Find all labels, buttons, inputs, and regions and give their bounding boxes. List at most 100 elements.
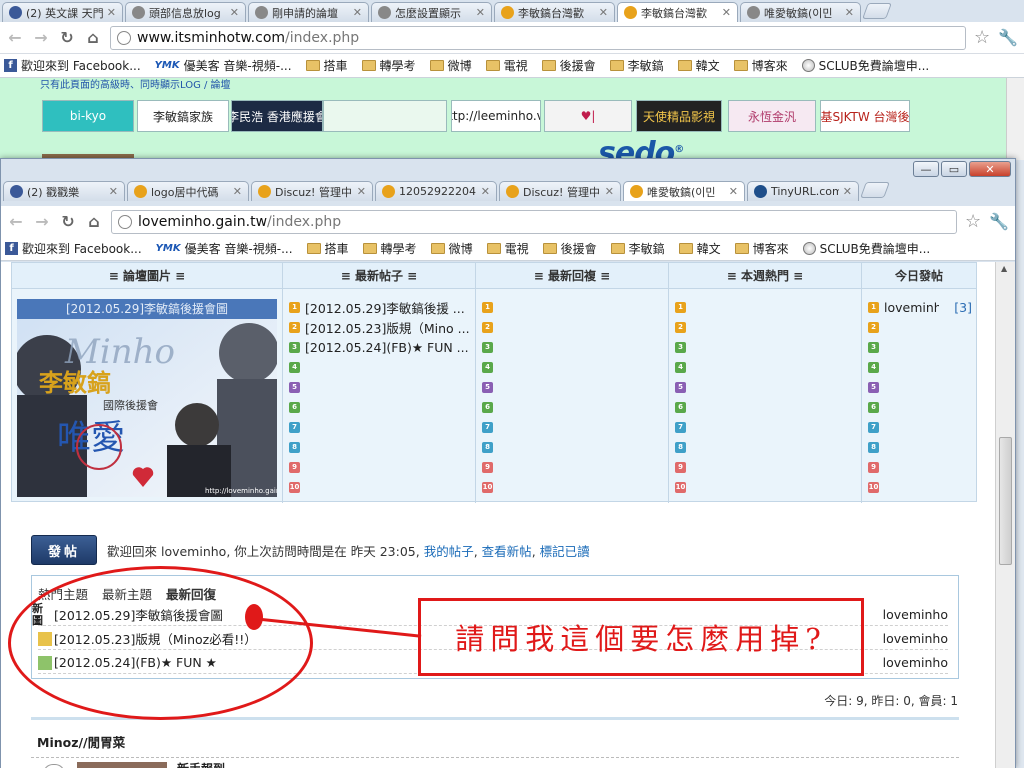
browser-tab[interactable]: (2) 英文課 天門 ✕: [2, 2, 123, 22]
browser-tab[interactable]: Discuz! 管理中 ✕: [251, 181, 373, 201]
browser-tab[interactable]: 李敏鎬台灣歡 ✕: [494, 2, 615, 22]
bookmark-item[interactable]: 微博: [429, 57, 472, 74]
bookmark-item[interactable]: SCLUB免費論壇申...: [802, 240, 930, 257]
bookmark-item[interactable]: SCLUB免費論壇申...: [801, 57, 929, 74]
home-icon[interactable]: ⌂: [85, 212, 103, 231]
browser-tab[interactable]: 頭部信息放log ✕: [125, 2, 246, 22]
tab-close-icon[interactable]: ✕: [353, 6, 362, 19]
view-new-posts-link[interactable]: 查看新帖: [482, 544, 532, 559]
bookmark-item[interactable]: 微博: [430, 240, 473, 257]
tab-close-icon[interactable]: ✕: [605, 185, 614, 198]
wrench-icon[interactable]: 🔧: [998, 28, 1018, 47]
new-tab-button[interactable]: [860, 182, 890, 198]
forum-image-thumbnail[interactable]: Minho 李敏鎬 國際後援會 唯愛 http://loveminho.gain…: [17, 299, 277, 497]
tab-close-icon[interactable]: ✕: [599, 6, 608, 19]
thread-author[interactable]: loveminho: [868, 655, 948, 670]
page-scrollbar[interactable]: ▲: [995, 262, 1015, 768]
bookmark-item[interactable]: 後援會: [542, 240, 597, 257]
bookmark-item[interactable]: 後援會: [541, 57, 596, 74]
scroll-up-icon[interactable]: ▲: [1001, 264, 1007, 273]
browser-tab[interactable]: Discuz! 管理中 ✕: [499, 181, 621, 201]
home-icon[interactable]: ⌂: [84, 28, 102, 47]
browser-tab[interactable]: TinyURL.com ✕: [747, 181, 859, 201]
browser-tab[interactable]: 12052922204 ✕: [375, 181, 497, 201]
bookmark-item[interactable]: 博客來: [734, 240, 789, 257]
browser-tab[interactable]: 剛申請的論壇 ✕: [248, 2, 369, 22]
post-link[interactable]: [2012.05.23]版規（Mino ...: [305, 318, 470, 337]
tab-close-icon[interactable]: ✕: [722, 6, 731, 19]
scrollbar-thumb[interactable]: [999, 437, 1012, 565]
tab-close-icon[interactable]: ✕: [729, 185, 738, 198]
tab-close-icon[interactable]: ✕: [476, 6, 485, 19]
sponsor-banner[interactable]: 李敏鎬家族: [137, 100, 229, 132]
browser-tab[interactable]: 怎麼設置顯示 ✕: [371, 2, 492, 22]
browser-tab[interactable]: 唯愛敏鎬(이민 ✕: [740, 2, 861, 22]
bookmark-item[interactable]: 電視: [486, 240, 529, 257]
back-icon[interactable]: ←: [6, 28, 24, 47]
tab-close-icon[interactable]: ✕: [481, 185, 490, 198]
browser-tab[interactable]: 唯愛敏鎬(이민 ✕: [623, 181, 745, 201]
tab-close-icon[interactable]: ✕: [230, 6, 239, 19]
thread-author[interactable]: loveminho: [868, 607, 948, 622]
background-scrollbar[interactable]: [1006, 78, 1024, 160]
thread-author[interactable]: loveminho: [868, 631, 948, 646]
browser-tab[interactable]: logo居中代碼 ✕: [127, 181, 249, 201]
bookmark-item[interactable]: YMK 優美客 音樂-視頻-...: [155, 57, 292, 74]
browser-tab[interactable]: (2) 戳戳樂 ✕: [3, 181, 125, 201]
bookmark-item[interactable]: f 歡迎來到 Facebook...: [4, 57, 141, 74]
close-window-button[interactable]: ✕: [969, 161, 1011, 177]
post-link[interactable]: [2012.05.24](FB)★ FUN ...: [305, 340, 469, 355]
mark-read-link[interactable]: 標記已讀: [540, 544, 590, 559]
reload-icon[interactable]: ↻: [58, 28, 76, 47]
list-item[interactable]: 3 [2012.05.24](FB)★ FUN ...: [289, 337, 471, 357]
forward-icon[interactable]: →: [33, 212, 51, 231]
bookmark-item[interactable]: 轉學考: [362, 240, 417, 257]
tab-close-icon[interactable]: ✕: [357, 185, 366, 198]
section-title[interactable]: Minoz//閒胃菜: [37, 732, 125, 751]
bookmark-item[interactable]: 李敏鎬: [609, 57, 664, 74]
subforum-title[interactable]: 新手報到: [177, 760, 225, 768]
bookmark-item[interactable]: 博客來: [733, 57, 788, 74]
bookmark-item[interactable]: 韓文: [677, 57, 720, 74]
sponsor-banner[interactable]: [323, 100, 447, 132]
list-item[interactable]: 1 [2012.05.29]李敏鎬後援 ...: [289, 297, 471, 317]
browser-tab[interactable]: 李敏鎬台灣歡 ✕: [617, 2, 738, 22]
tab-close-icon[interactable]: ✕: [107, 6, 116, 19]
forward-icon[interactable]: →: [32, 28, 50, 47]
maximize-button[interactable]: ▭: [941, 161, 967, 177]
bookmark-item[interactable]: 搭車: [306, 240, 349, 257]
back-icon[interactable]: ←: [7, 212, 25, 231]
list-item[interactable]: 2 [2012.05.23]版規（Mino ...: [289, 317, 471, 337]
tab-close-icon[interactable]: ✕: [109, 185, 118, 198]
wrench-icon[interactable]: 🔧: [989, 212, 1009, 231]
minimize-button[interactable]: —: [913, 161, 939, 177]
tab-close-icon[interactable]: ✕: [843, 185, 852, 198]
bookmark-item[interactable]: YMK 優美客 音樂-視頻-...: [156, 240, 293, 257]
bookmark-star-icon[interactable]: ☆: [965, 211, 981, 232]
address-bar[interactable]: loveminho.gain.tw/index.php: [111, 209, 957, 234]
sponsor-banner[interactable]: 天使精品影視: [636, 100, 722, 132]
bookmark-star-icon[interactable]: ☆: [974, 27, 990, 48]
sponsor-banner[interactable]: http://leeminho.vn: [451, 100, 541, 132]
bookmark-item[interactable]: f 歡迎來到 Facebook...: [5, 240, 142, 257]
bookmark-item[interactable]: 李敏鎬: [610, 240, 665, 257]
today-poster[interactable]: loveminh: [884, 300, 939, 315]
sponsor-banner[interactable]: bi-kyo: [42, 100, 134, 132]
new-post-button[interactable]: 發帖: [31, 535, 97, 565]
tab-close-icon[interactable]: ✕: [233, 185, 242, 198]
bookmark-item[interactable]: 電視: [485, 57, 528, 74]
sponsor-banner[interactable]: 永恆金汎: [728, 100, 816, 132]
sponsor-banner[interactable]: ♥|: [544, 100, 632, 132]
background-address-bar[interactable]: www.itsminhotw.com/index.php: [110, 25, 966, 50]
my-posts-link[interactable]: 我的帖子: [424, 544, 474, 559]
reload-icon[interactable]: ↻: [59, 212, 77, 231]
new-tab-button[interactable]: [862, 3, 892, 19]
sponsor-banner[interactable]: 宋仲基SJKTW 台灣後援會: [820, 100, 910, 132]
list-item[interactable]: 1 loveminh [3]: [868, 297, 972, 317]
sponsor-banner[interactable]: 李民浩 香港應援會: [231, 100, 323, 132]
tab-close-icon[interactable]: ✕: [845, 6, 854, 19]
post-link[interactable]: [2012.05.29]李敏鎬後援 ...: [305, 298, 465, 317]
bookmark-item[interactable]: 韓文: [678, 240, 721, 257]
bookmark-item[interactable]: 轉學考: [361, 57, 416, 74]
bookmark-item[interactable]: 搭車: [305, 57, 348, 74]
